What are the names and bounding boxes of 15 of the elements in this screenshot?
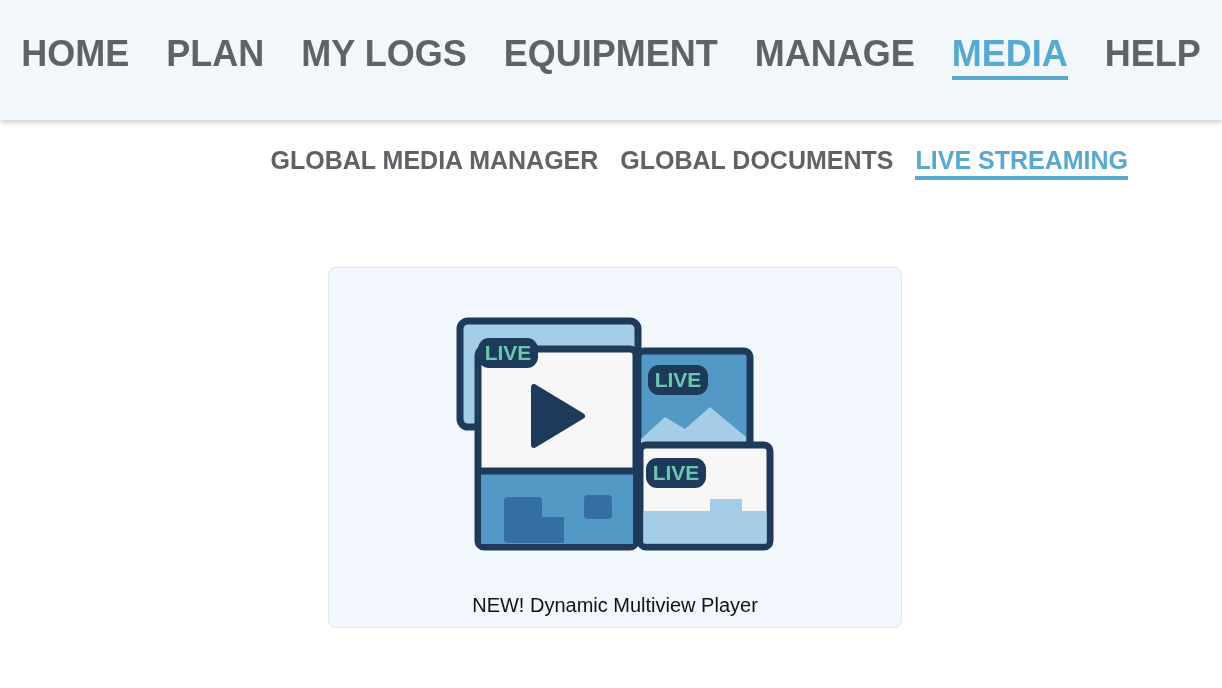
live-badge: LIVE <box>648 365 708 395</box>
subnav-tab[interactable]: GLOBAL MEDIA MANAGER <box>270 146 599 180</box>
nav-tab[interactable]: EQUIPMENT <box>503 34 718 80</box>
nav-tab[interactable]: HELP <box>1104 34 1201 80</box>
nav-tab[interactable]: HOME <box>21 34 130 80</box>
subnav-tab[interactable]: GLOBAL DOCUMENTS <box>620 146 894 180</box>
nav-tab[interactable]: MANAGE <box>754 34 915 80</box>
nav-tab[interactable]: MY LOGS <box>301 34 467 80</box>
media-card[interactable]: LIVE LIVE LIVE NEW! Dynamic Multiview Player <box>328 267 902 628</box>
play-icon <box>531 384 585 448</box>
card-caption: NEW! Dynamic Multiview Player <box>472 594 758 617</box>
live-badge: LIVE <box>646 458 706 488</box>
block-shape-drawing <box>504 497 564 543</box>
nav-tab[interactable]: PLAN <box>166 34 265 80</box>
live-badge: LIVE <box>478 338 538 368</box>
